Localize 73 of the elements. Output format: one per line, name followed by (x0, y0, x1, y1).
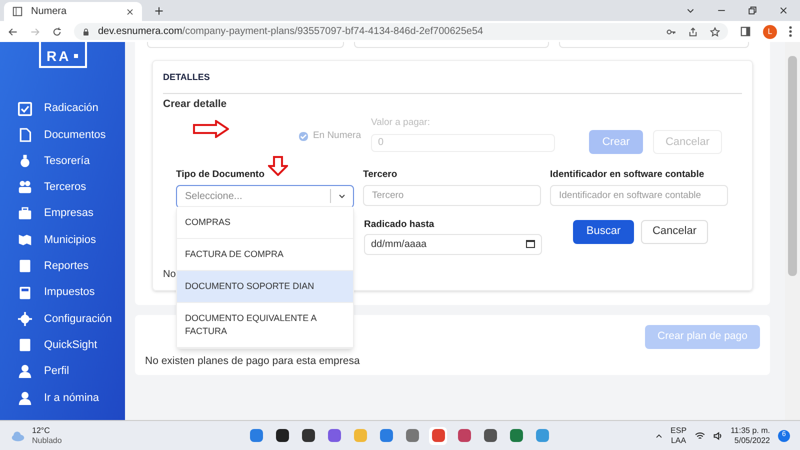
sidebar-item[interactable]: Impuestos (0, 282, 125, 304)
search-button[interactable]: Buscar (573, 220, 634, 244)
briefcase-icon (18, 206, 32, 221)
sidebar-item[interactable]: Terceros (0, 176, 125, 198)
key-icon[interactable] (666, 26, 676, 36)
checkbox-label: En Numera (312, 129, 361, 144)
speaker-icon[interactable] (712, 430, 723, 440)
field-label: Tercero (363, 168, 398, 182)
restore-icon[interactable] (748, 6, 757, 15)
sidebar-item[interactable]: Documentos (0, 124, 125, 146)
browser-tab[interactable]: Numera (4, 2, 142, 21)
dropdown-option[interactable]: DOCUMENTO EQUIVALENTE A FACTURA (177, 303, 353, 348)
gear-icon (18, 312, 32, 326)
person-icon (18, 390, 32, 405)
sidebar-item[interactable]: Ir a nómina (0, 387, 125, 408)
logo[interactable]: RA (38, 42, 86, 68)
section-heading: DETALLES (163, 71, 211, 84)
input-field[interactable]: Tercero (363, 184, 541, 206)
sidebar-item[interactable]: QuickSight (0, 334, 125, 356)
sidebar-item[interactable]: Municipios (0, 229, 125, 250)
people-icon (18, 180, 32, 194)
dropdown-option[interactable]: FACTURA DE COMPRA (177, 239, 353, 271)
select-field[interactable]: Seleccione... (176, 184, 354, 208)
cancel-button[interactable]: Cancelar (641, 220, 708, 244)
field-label: Radicado hasta (364, 218, 436, 232)
star-icon[interactable] (710, 26, 720, 36)
chevron-down-icon (338, 192, 346, 200)
wifi-icon[interactable] (694, 430, 705, 440)
reload-icon[interactable] (52, 26, 62, 36)
back-icon[interactable] (8, 26, 18, 36)
sidebar-item[interactable]: Reportes (0, 256, 125, 277)
plus-icon[interactable] (154, 6, 164, 16)
arrow-right-icon (193, 120, 229, 138)
side-panel-icon (740, 26, 751, 37)
field-label: Identificador en software contable (550, 168, 706, 182)
keyboard-layout[interactable]: LAA (670, 436, 686, 446)
arrow-down-icon (268, 156, 288, 176)
field-label: Tipo de Documento (176, 168, 266, 182)
section-subheading: Crear detalle (163, 96, 228, 112)
document-icon (18, 128, 32, 142)
sidebar-item[interactable]: Configuración (0, 308, 125, 330)
clock-time[interactable]: 11:35 p. m. (730, 426, 770, 436)
person-icon (18, 364, 32, 378)
chevron-up-icon[interactable] (654, 432, 663, 440)
sidebar-item[interactable]: Perfil (0, 360, 125, 382)
calendar-icon[interactable] (526, 240, 535, 248)
scrollbar[interactable] (785, 42, 800, 420)
address-bar[interactable]: dev.esnumera.com/company-payment-plans/93557097-bf74-4134-846d-2ef700625e54 (74, 23, 728, 40)
field-label: Valor a pagar: (371, 116, 431, 130)
close-icon[interactable] (779, 6, 788, 15)
sidebar-item[interactable]: Tesorería (0, 150, 125, 172)
weather-condition: Nublado (32, 436, 62, 446)
language-indicator[interactable]: ESP (670, 426, 687, 436)
profile-avatar[interactable]: L (763, 24, 777, 38)
dropdown-option[interactable]: COMPRAS (177, 207, 353, 239)
sidebar-item[interactable]: Empresas (0, 203, 125, 224)
menu-icon[interactable] (789, 26, 792, 37)
page-icon (12, 6, 23, 17)
map-icon (18, 232, 32, 247)
clock-date[interactable]: 5/05/2022 (734, 436, 770, 446)
sidebar-item[interactable]: Radicación (0, 98, 125, 119)
lock-icon (82, 28, 90, 36)
weather-temperature: 12°C (32, 426, 51, 436)
status-text: No (163, 268, 176, 282)
dropdown-option[interactable]: DOCUMENTO SOPORTE DIAN (177, 271, 353, 303)
close-icon[interactable] (126, 8, 134, 16)
checkbox-icon (18, 102, 32, 116)
money-bag-icon (18, 154, 32, 168)
share-icon[interactable] (688, 26, 698, 36)
empty-message: No existen planes de pago para esta empresa (145, 354, 360, 369)
input-field[interactable]: Identificador en software contable (550, 184, 728, 206)
date-field[interactable]: dd/mm/aaaa (364, 234, 542, 255)
cloud-icon (10, 428, 26, 442)
